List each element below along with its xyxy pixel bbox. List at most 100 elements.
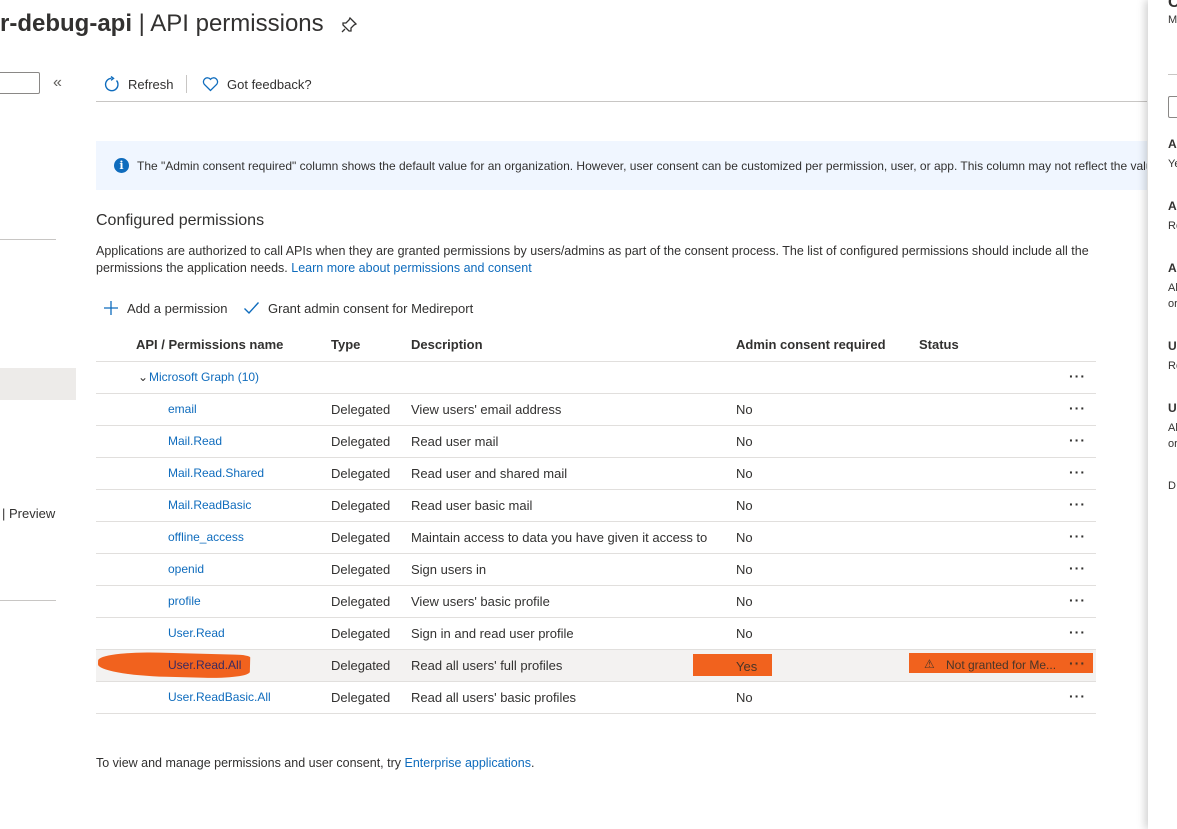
permission-name-link[interactable]: profile: [168, 586, 201, 617]
side-panel-value: or: [1168, 438, 1177, 450]
column-header-description[interactable]: Description: [411, 337, 483, 352]
nav-item-selected[interactable]: [0, 368, 76, 400]
permission-type: Delegated: [331, 626, 391, 641]
permission-description: Read all users' basic profiles: [411, 690, 577, 705]
more-options-icon[interactable]: ···: [1069, 394, 1086, 425]
admin-consent-value: No: [736, 626, 753, 641]
side-panel-label: U: [1168, 401, 1177, 415]
side-panel-value: Ye: [1168, 158, 1177, 170]
info-icon: i: [114, 158, 129, 173]
side-panel-label: A: [1168, 261, 1177, 275]
permission-name-link[interactable]: Mail.Read: [168, 426, 222, 457]
side-panel-value: Al: [1168, 422, 1177, 434]
toolbar-separator: [186, 75, 187, 93]
more-options-icon[interactable]: ···: [1069, 618, 1086, 649]
admin-consent-value: No: [736, 402, 753, 417]
add-permission-label: Add a permission: [127, 300, 228, 316]
permission-name-link[interactable]: openid: [168, 554, 204, 585]
admin-consent-value: Yes: [736, 659, 758, 674]
permission-name-link[interactable]: User.Read: [168, 618, 225, 649]
more-options-icon[interactable]: ···: [1069, 426, 1086, 457]
table-row: profile Delegated View users' basic prof…: [96, 585, 1096, 617]
side-panel-button[interactable]: [1168, 96, 1177, 118]
group-row[interactable]: ⌄Microsoft Graph (10) ···: [96, 361, 1096, 393]
side-panel-label: A: [1168, 199, 1177, 213]
side-panel-value: Al: [1168, 282, 1177, 294]
side-panel-title: C: [1168, 0, 1177, 11]
enterprise-applications-link[interactable]: Enterprise applications: [405, 756, 531, 770]
table-row: Mail.ReadBasic Delegated Read user basic…: [96, 489, 1096, 521]
table-row: User.ReadBasic.All Delegated Read all us…: [96, 681, 1096, 713]
permission-type: Delegated: [331, 690, 391, 705]
refresh-icon: [104, 75, 119, 91]
table-row: Mail.Read Delegated Read user mail No ··…: [96, 425, 1096, 457]
permission-description: Read user basic mail: [411, 498, 533, 513]
permission-description: View users' basic profile: [411, 594, 550, 609]
permission-description: Sign users in: [411, 562, 487, 577]
heart-icon: [202, 77, 219, 92]
admin-consent-value: No: [736, 594, 753, 609]
permission-type: Delegated: [331, 562, 391, 577]
permission-type: Delegated: [331, 434, 391, 449]
nav-item-preview[interactable]: | Preview: [2, 506, 55, 521]
column-header-name[interactable]: API / Permissions name: [136, 337, 283, 352]
grant-consent-label: Grant admin consent for Medireport: [268, 300, 474, 316]
permission-name-link[interactable]: Mail.ReadBasic: [168, 490, 251, 521]
admin-consent-value: No: [736, 562, 753, 577]
side-panel-link[interactable]: D: [1168, 480, 1176, 492]
permission-description: Read all users' full profiles: [411, 658, 563, 673]
column-header-admin-consent[interactable]: Admin consent required: [736, 337, 886, 352]
nav-search-input[interactable]: [0, 72, 40, 94]
permission-name-link[interactable]: User.ReadBasic.All: [168, 682, 271, 713]
info-banner-text: The "Admin consent required" column show…: [137, 159, 1147, 173]
admin-consent-value: No: [736, 434, 753, 449]
highlight-mark-admin: [693, 654, 772, 676]
admin-consent-value: No: [736, 690, 753, 705]
admin-consent-value: No: [736, 530, 753, 545]
more-options-icon[interactable]: ···: [1069, 458, 1086, 489]
more-options-icon[interactable]: ···: [1069, 554, 1086, 585]
permission-type: Delegated: [331, 658, 391, 673]
permission-name-link[interactable]: email: [168, 394, 197, 425]
checkmark-icon: [244, 302, 260, 315]
admin-consent-value: No: [736, 466, 753, 481]
group-toggle[interactable]: ⌄Microsoft Graph (10): [138, 362, 259, 393]
group-label: Microsoft Graph (10): [149, 370, 260, 384]
more-options-icon[interactable]: ···: [1069, 490, 1086, 521]
feedback-button[interactable]: Got feedback?: [202, 74, 312, 94]
pin-icon[interactable]: [340, 16, 358, 34]
page-title: r-debug-api | API permissions: [0, 10, 324, 37]
more-options-icon[interactable]: ···: [1069, 655, 1086, 671]
more-options-icon[interactable]: ···: [1069, 682, 1086, 713]
permission-type: Delegated: [331, 594, 391, 609]
refresh-button[interactable]: Refresh: [103, 74, 174, 94]
description-text: Applications are authorized to call APIs…: [96, 244, 1089, 275]
learn-more-link[interactable]: Learn more about permissions and consent: [291, 261, 531, 275]
column-header-status[interactable]: Status: [919, 337, 959, 352]
column-header-type[interactable]: Type: [331, 337, 360, 352]
status-not-granted: Not granted for Me...: [946, 658, 1057, 672]
table-row: openid Delegated Sign users in No ···: [96, 553, 1096, 585]
permission-name-link[interactable]: Mail.Read.Shared: [168, 458, 264, 489]
side-panel-label: U: [1168, 339, 1177, 353]
nav-divider: [0, 239, 56, 240]
plus-icon: [104, 301, 118, 315]
more-options-icon[interactable]: ···: [1069, 586, 1086, 617]
permission-description: Read user mail: [411, 434, 499, 449]
more-options-icon[interactable]: ···: [1069, 522, 1086, 553]
permission-description: View users' email address: [411, 402, 562, 417]
permission-name-link[interactable]: offline_access: [168, 522, 244, 553]
nav-divider: [0, 600, 56, 601]
collapse-nav-icon[interactable]: «: [53, 74, 62, 92]
permission-type: Delegated: [331, 466, 391, 481]
more-options-icon[interactable]: ···: [1069, 362, 1086, 393]
footer-suffix: .: [530, 756, 535, 770]
table-row: User.Read Delegated Sign in and read use…: [96, 617, 1096, 649]
side-panel-value: Re: [1168, 220, 1177, 232]
permission-type: Delegated: [331, 498, 391, 513]
grant-consent-button[interactable]: Grant admin consent for Medireport: [243, 300, 473, 316]
permission-name-link[interactable]: User.Read.All: [168, 658, 241, 672]
add-permission-button[interactable]: Add a permission: [103, 300, 227, 316]
permission-description: Maintain access to data you have given i…: [411, 530, 708, 545]
admin-consent-value: No: [736, 498, 753, 513]
